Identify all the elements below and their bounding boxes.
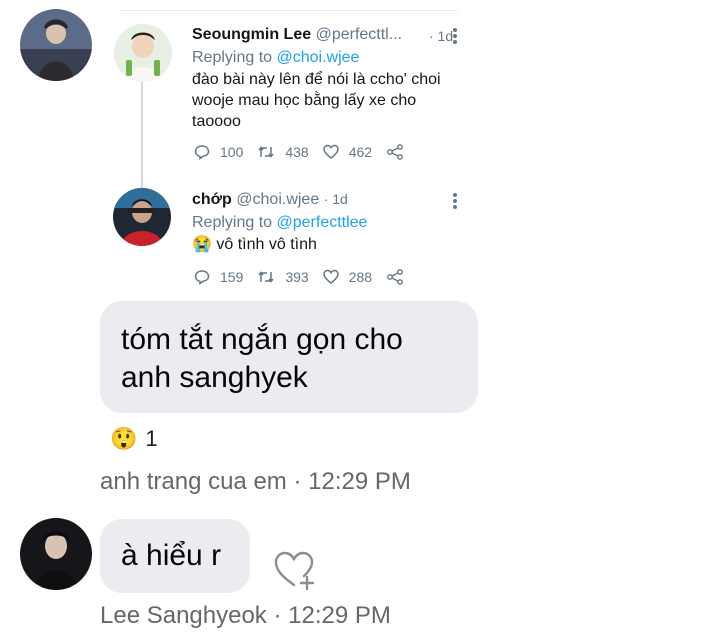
retweet-action[interactable]: 393 xyxy=(257,269,309,285)
message-text-line: anh sanghyek xyxy=(121,361,308,394)
tweet-time: · 1d xyxy=(323,191,348,207)
message-timestamp: 12:29 PM xyxy=(288,602,391,629)
reply-action[interactable]: 159 xyxy=(194,269,243,285)
message-meta: Lee Sanghyeok · 12:29 PM xyxy=(100,602,391,630)
tweet-text-line: vô tình vô tình xyxy=(216,236,317,253)
sender-name: Lee Sanghyeok xyxy=(100,602,267,629)
tweet-author-name[interactable]: chớp @choi.wjee · 1d xyxy=(192,191,348,209)
separator: · xyxy=(273,602,289,629)
react-heart-plus-button[interactable] xyxy=(272,549,318,591)
share-icon xyxy=(387,144,403,160)
separator: · xyxy=(293,468,309,495)
retweet-action[interactable]: 438 xyxy=(257,144,309,160)
message-bubble[interactable]: tóm tắt ngắn gọn cho anh sanghyek xyxy=(100,301,478,413)
replying-to-label: Replying to xyxy=(192,49,277,66)
message-bubble[interactable]: à hiểu r xyxy=(100,519,250,593)
retweet-icon xyxy=(258,271,274,283)
divider xyxy=(120,10,458,11)
message-timestamp: 12:29 PM xyxy=(308,468,411,495)
message-text: à hiểu r xyxy=(121,539,222,572)
replying-to-label: Replying to xyxy=(192,214,277,231)
tweet-handle[interactable]: @perfecttl... xyxy=(316,26,403,43)
message-text-line: tóm tắt ngắn gọn cho xyxy=(121,323,403,356)
shared-tweet-image[interactable]: Seoungmin Lee @perfecttl... · 1d Replyin… xyxy=(100,0,480,300)
thread-connector-line xyxy=(141,82,143,188)
reaction-count: 1 xyxy=(145,426,158,451)
heart-icon xyxy=(322,269,339,284)
tweet-text-line: wooje mau học bằng lấy xe cho xyxy=(192,92,417,109)
sender-avatar[interactable] xyxy=(20,518,92,590)
crying-face-emoji-icon: 😭 xyxy=(192,236,212,253)
replying-to: Replying to @perfecttlee xyxy=(192,214,367,232)
display-name[interactable]: chớp xyxy=(192,191,232,208)
more-options-icon[interactable] xyxy=(453,28,457,46)
reply-count: 159 xyxy=(220,269,244,285)
tweet-text: 😭 vô tình vô tình xyxy=(192,234,462,255)
surprised-face-emoji-icon: 😲 xyxy=(110,426,138,451)
display-name[interactable]: Seoungmin Lee xyxy=(192,26,311,43)
tweet-text-line: đào bài này lên để nói là ccho' choi xyxy=(192,71,441,88)
share-action[interactable] xyxy=(386,269,414,285)
tweet-author-avatar[interactable] xyxy=(113,188,171,246)
heart-plus-icon xyxy=(274,551,315,591)
reply-icon xyxy=(194,145,210,160)
heart-icon xyxy=(322,144,339,159)
share-icon xyxy=(387,269,403,285)
reply-action[interactable]: 100 xyxy=(194,144,243,160)
tweet-text-line: taoooo xyxy=(192,113,241,130)
tweet-author-name[interactable]: Seoungmin Lee @perfecttl... xyxy=(192,26,402,44)
retweet-count: 438 xyxy=(285,144,309,160)
replying-to-link[interactable]: @choi.wjee xyxy=(277,49,360,66)
reply-icon xyxy=(194,270,210,285)
more-options-icon[interactable] xyxy=(453,193,457,211)
replying-to: Replying to @choi.wjee xyxy=(192,49,359,67)
retweet-icon xyxy=(258,146,274,158)
like-action[interactable]: 288 xyxy=(322,269,373,285)
like-count: 288 xyxy=(348,269,373,285)
message-meta: anh trang cua em · 12:29 PM xyxy=(100,468,411,496)
like-count: 462 xyxy=(348,144,373,160)
sender-name: anh trang cua em xyxy=(100,468,287,495)
replying-to-link[interactable]: @perfecttlee xyxy=(277,214,368,231)
tweet-time: · 1d xyxy=(429,28,454,44)
reply-count: 100 xyxy=(220,144,244,160)
tweet-actions: 159 393 288 xyxy=(194,269,428,285)
tweet-actions: 100 438 462 xyxy=(194,144,428,160)
tweet-author-avatar[interactable] xyxy=(114,24,172,82)
tweet-text: đào bài này lên để nói là ccho' choi woo… xyxy=(192,69,462,132)
message-reaction[interactable]: 😲 1 xyxy=(110,426,158,452)
sender-avatar[interactable] xyxy=(20,9,92,81)
like-action[interactable]: 462 xyxy=(322,144,373,160)
tweet-handle[interactable]: @choi.wjee xyxy=(236,191,319,208)
retweet-count: 393 xyxy=(285,269,309,285)
share-action[interactable] xyxy=(386,144,414,160)
